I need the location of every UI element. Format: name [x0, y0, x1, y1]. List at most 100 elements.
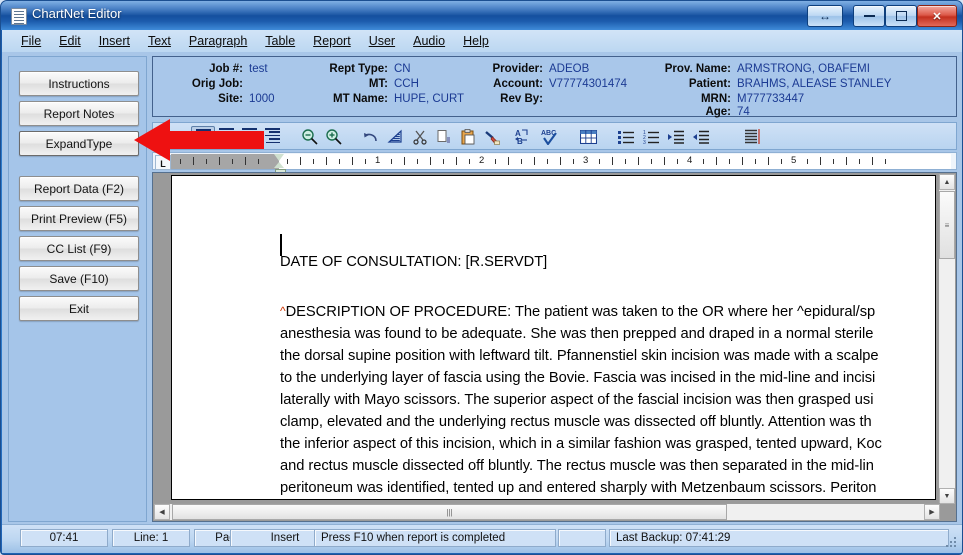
horizontal-ruler[interactable]: L 1 2 3 4 5	[152, 152, 957, 176]
age-value: 74	[737, 106, 750, 118]
save-button[interactable]: Save (F10)	[19, 266, 139, 291]
site-value: 1000	[249, 93, 275, 105]
menu-insert-label: Insert	[98, 34, 130, 48]
menu-report[interactable]: Report	[304, 32, 360, 50]
align-left-icon[interactable]	[191, 126, 215, 149]
menu-help[interactable]: Help	[454, 32, 498, 50]
doc-line-0: DATE OF CONSULTATION: [R.SERVDT]	[280, 254, 548, 270]
menu-audio[interactable]: Audio	[404, 32, 454, 50]
menu-edit-label: Edit	[59, 34, 81, 48]
account-label: Account:	[493, 78, 543, 90]
menu-paragraph[interactable]: Paragraph	[180, 32, 256, 50]
restore-icon: ↔	[819, 9, 831, 23]
chartnet-editor-window: ChartNet Editor ↔ ✕ File Edit Insert Tex…	[0, 0, 963, 555]
report-notes-label: Report Notes	[43, 106, 115, 121]
mrn-value: M777733447	[737, 93, 805, 105]
scroll-up-arrow-icon[interactable]: ▲	[939, 174, 955, 190]
format-painter-icon[interactable]	[481, 126, 503, 147]
cut-scissors-icon[interactable]	[409, 126, 431, 147]
menu-table[interactable]: Table	[256, 32, 304, 50]
menu-user-label: User	[368, 34, 396, 48]
hanging-indent-marker[interactable]	[274, 162, 284, 168]
rept-type-value: CN	[394, 63, 411, 75]
font-size-icon[interactable]: As	[155, 126, 177, 147]
ruler-track[interactable]: 1 2 3 4 5	[171, 154, 951, 176]
print-preview-button[interactable]: Print Preview (F5)	[19, 206, 139, 231]
cc-list-label: CC List (F9)	[46, 241, 112, 256]
menu-edit[interactable]: Edit	[50, 32, 90, 50]
zoom-out-icon[interactable]	[299, 126, 321, 147]
prov-name-label: Prov. Name:	[664, 63, 731, 75]
orig-job-label: Orig Job:	[191, 78, 243, 90]
exit-button[interactable]: Exit	[19, 296, 139, 321]
menu-table-label: Table	[265, 34, 296, 48]
page-layout-icon[interactable]	[741, 126, 763, 147]
insert-table-icon[interactable]	[577, 126, 599, 147]
report-notes-button[interactable]: Report Notes	[19, 101, 139, 126]
first-line-indent-marker[interactable]	[274, 154, 284, 161]
horizontal-scroll-thumb[interactable]: |||	[172, 504, 727, 520]
provider-value: ADEOB	[549, 63, 590, 75]
doc-line-3: anesthesia was found to be adequate. She…	[280, 326, 874, 342]
align-justify-icon[interactable]	[238, 126, 260, 147]
status-spacer	[558, 529, 606, 547]
doc-line-8: the inferior aspect of this incision, wh…	[280, 436, 882, 452]
doc-line-9: and rectus muscle dissected off bluntly.…	[280, 458, 874, 474]
document-area: DATE OF CONSULTATION: [R.SERVDT] ^DESCRI…	[152, 172, 957, 522]
print-preview-label: Print Preview (F5)	[30, 211, 128, 226]
restore-window-button[interactable]: ↔	[807, 5, 843, 27]
report-data-button[interactable]: Report Data (F2)	[19, 176, 139, 201]
menu-text[interactable]: Text	[139, 32, 180, 50]
align-center-icon[interactable]	[215, 126, 237, 147]
format-stripes-icon[interactable]	[385, 126, 407, 147]
status-time: 07:41	[20, 529, 108, 547]
menu-help-label: Help	[463, 34, 489, 48]
close-window-button[interactable]: ✕	[917, 5, 957, 27]
ruler-margin-area	[171, 154, 279, 169]
copy-icon[interactable]	[433, 126, 455, 147]
increase-indent-icon[interactable]	[665, 126, 687, 147]
resize-grip-icon[interactable]	[946, 537, 958, 549]
formatting-toolbar: As A B ABC 1 2 3	[152, 122, 957, 150]
minimize-icon	[863, 15, 875, 17]
scroll-right-arrow-icon[interactable]: ▶	[924, 504, 940, 520]
patient-info-panel: Job #: test Orig Job: Site: 1000 Rept Ty…	[152, 56, 957, 118]
decrease-indent-icon[interactable]	[690, 126, 712, 147]
instructions-button[interactable]: Instructions	[19, 71, 139, 96]
align-right-icon[interactable]	[261, 126, 283, 147]
paste-clipboard-icon[interactable]	[457, 126, 479, 147]
status-bar: 07:41 Line: 1 Page: 1 Insert Press F10 w…	[2, 524, 962, 553]
vertical-scroll-thumb[interactable]: ≡	[939, 191, 955, 259]
doc-line-2: ^DESCRIPTION OF PROCEDURE: The patient w…	[280, 304, 875, 320]
bullet-list-icon[interactable]	[615, 126, 637, 147]
menu-text-label: Text	[147, 34, 171, 48]
scroll-down-arrow-icon[interactable]: ▼	[939, 488, 955, 504]
maximize-window-button[interactable]	[885, 5, 917, 27]
undo-icon[interactable]	[361, 126, 383, 147]
document-page[interactable]: DATE OF CONSULTATION: [R.SERVDT] ^DESCRI…	[171, 175, 936, 500]
tab-stop-selector[interactable]: L	[155, 155, 171, 170]
status-hint: Press F10 when report is completed	[314, 529, 556, 547]
exit-label: Exit	[68, 301, 89, 316]
doc-line-5: to the underlying layer of fascia using …	[280, 370, 876, 386]
patient-value: BRAHMS, ALEASE STANLEY	[737, 78, 892, 90]
replace-ab-icon[interactable]: AB	[513, 126, 535, 147]
maximize-icon	[895, 11, 907, 21]
menu-insert[interactable]: Insert	[90, 32, 139, 50]
spellcheck-icon[interactable]: ABC	[540, 126, 562, 147]
title-bar: ChartNet Editor ↔ ✕	[1, 1, 962, 30]
minimize-window-button[interactable]	[853, 5, 885, 27]
menu-user[interactable]: User	[360, 32, 404, 50]
zoom-in-icon[interactable]	[323, 126, 345, 147]
horizontal-scrollbar[interactable]: ◀ ||| ▶	[154, 503, 940, 520]
scroll-left-arrow-icon[interactable]: ◀	[154, 504, 170, 520]
svg-text:3: 3	[643, 140, 646, 144]
menu-file[interactable]: File	[12, 32, 50, 50]
doc-line-7: clamp, elevated and the underlying rectu…	[280, 414, 872, 430]
vertical-scrollbar[interactable]: ▲ ≡ ▼	[938, 174, 955, 504]
cc-list-button[interactable]: CC List (F9)	[19, 236, 139, 261]
tab-stop-label: L	[160, 159, 166, 169]
numbered-list-icon[interactable]: 123	[640, 126, 662, 147]
expandtype-button[interactable]: ExpandType	[19, 131, 139, 156]
rept-type-label: Rept Type:	[329, 63, 388, 75]
